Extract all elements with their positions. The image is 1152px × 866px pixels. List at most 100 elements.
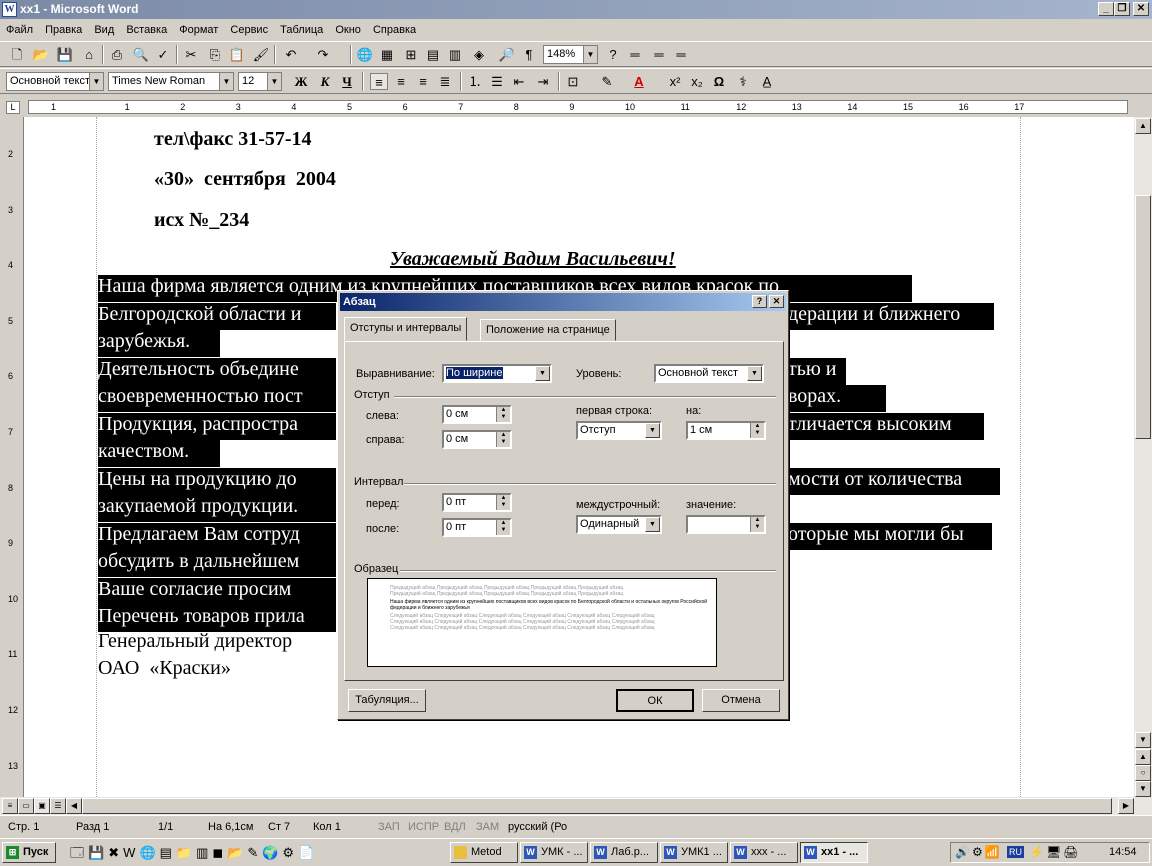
by-input[interactable]: 1 см ▲ ▼ [686,421,766,440]
taskbar-lab[interactable]: W Лаб.р... [590,842,658,863]
status-overtype[interactable]: ЗАМ [476,821,499,833]
columns-icon[interactable]: ▥ [446,46,464,63]
level-select[interactable]: Основной текст ▼ [654,364,764,383]
menu-format[interactable]: Формат [176,19,221,41]
tab-selector[interactable]: L [6,101,20,114]
copy-icon[interactable]: ⎘ [206,46,224,63]
menu-window[interactable]: Окно [332,19,364,41]
outline-view-icon[interactable]: ☰ [50,798,66,814]
zoom-combo[interactable]: 148% ▼ [543,45,598,64]
spacing-after-input[interactable]: 0 пт ▲ ▼ [442,518,512,537]
start-button[interactable]: ⊞ Пуск [2,842,56,863]
ok-button[interactable]: ОК [616,689,694,712]
hyperlink-icon[interactable]: 🌐 [356,46,374,63]
horizontal-scroll-thumb[interactable] [82,798,1112,814]
tables-borders-icon[interactable]: ▦ [378,46,396,63]
next-page-button[interactable]: ▼ [1135,781,1151,797]
italic-button[interactable]: К [316,73,334,90]
spinner[interactable]: ▲ ▼ [496,407,510,422]
ruler-bar[interactable]: 1 1 2 3 4 5 6 7 8 9 10 11 12 13 14 15 16 17 [28,100,1128,114]
menu-file[interactable]: Файл [3,19,36,41]
horizontal-scrollbar[interactable]: ≡ ▭ ▣ ☰ ◀ ▶ [0,797,1152,815]
cancel-button[interactable]: Отмена [702,689,780,712]
open-folder-icon[interactable]: 📂 [32,46,50,63]
menu-table[interactable]: Таблица [277,19,326,41]
spacing-value-input[interactable]: ▲ ▼ [686,515,766,534]
web-view-icon[interactable]: ▭ [18,798,34,814]
drawing-icon[interactable]: ◈ [470,46,488,63]
align-left-icon[interactable]: ≡ [370,73,388,90]
line-style-3-icon[interactable]: ═ [672,46,690,63]
paste-icon[interactable]: 📋 [228,46,246,63]
subscript-icon[interactable]: x₂ [688,73,706,90]
taskbar-metod[interactable]: Metod [450,842,518,863]
format-painter-icon[interactable]: 🖌 [252,46,270,63]
increase-indent-icon[interactable]: ⇥ [534,73,552,90]
menu-view[interactable]: Вид [91,19,117,41]
symbol-icon[interactable]: ⚕ [734,73,752,90]
menu-tools[interactable]: Сервис [227,19,271,41]
chevron-down-icon[interactable]: ▼ [645,517,660,532]
chevron-down-icon[interactable]: ▼ [747,366,762,381]
help-button[interactable]: ? [752,295,767,308]
decrease-indent-icon[interactable]: ⇤ [510,73,528,90]
horizontal-ruler[interactable]: L 1 1 2 3 4 5 6 7 8 9 10 11 12 13 14 15 16 17 [0,97,1152,117]
scroll-thumb[interactable] [1135,195,1151,439]
align-center-icon[interactable]: ≡ [392,73,410,90]
insert-excel-icon[interactable]: ▤ [424,46,442,63]
spinner[interactable]: ▲ ▼ [750,423,764,438]
normal-view-icon[interactable]: ≡ [2,798,18,814]
taskbar-umk[interactable]: W УМК - ... [520,842,588,863]
spelling-icon[interactable]: ✓ [154,46,172,63]
word-app-icon[interactable]: W [2,2,17,17]
insert-table-icon[interactable]: ⊞ [402,46,420,63]
first-line-select[interactable]: Отступ ▼ [576,421,662,440]
tab-line-page-breaks[interactable]: Положение на странице [480,319,616,341]
tab-indents-spacing[interactable]: Отступы и интервалы [344,317,468,341]
spinner[interactable]: ▲ ▼ [750,517,764,532]
chevron-down-icon[interactable]: ▼ [645,423,660,438]
vertical-ruler[interactable]: 2 3 4 5 6 7 8 9 10 11 12 13 [0,117,24,797]
scroll-up-button[interactable]: ▲ [1135,118,1151,134]
print-layout-icon[interactable]: ▣ [34,798,50,814]
browse-object-button[interactable]: ○ [1135,765,1151,781]
help-icon[interactable]: ? [604,46,622,63]
style-combo[interactable]: Основной текст ▼ [6,72,104,91]
show-formatting-icon[interactable]: ¶ [520,46,538,63]
status-rec[interactable]: ЗАП [378,821,400,833]
prev-page-button[interactable]: ▲ [1135,749,1151,765]
line-style-2-icon[interactable]: ═ [650,46,668,63]
numbering-icon[interactable]: ⒈ [466,73,484,90]
justify-icon[interactable]: ≣ [436,73,454,90]
dialog-title-bar[interactable]: Абзац ? ✕ [340,293,786,311]
font-combo[interactable]: Times New Roman ▼ [108,72,234,91]
scroll-left-button[interactable]: ◀ [66,798,82,814]
right-indent-input[interactable]: 0 см ▲ ▼ [442,430,512,449]
taskbar-xxx[interactable]: Wxxx - ... [730,842,798,863]
chevron-down-icon[interactable]: ▼ [267,73,281,90]
menu-insert[interactable]: Вставка [123,19,170,41]
menu-edit[interactable]: Правка [42,19,85,41]
restore-button[interactable]: ❐ [1114,2,1130,16]
title-bar[interactable]: W xx1 - Microsoft Word _ ❐ ✕ [0,0,1152,19]
superscript-icon[interactable]: x² [666,73,684,90]
alignment-select[interactable]: По ширине ▼ [442,364,552,383]
bullets-icon[interactable]: ☰ [488,73,506,90]
undo-icon[interactable]: ↶ [282,46,300,63]
spinner[interactable]: ▲ ▼ [496,495,510,510]
print-icon[interactable]: ⎙ [108,46,126,63]
spinner[interactable]: ▲ ▼ [496,432,510,447]
language-indicator[interactable]: RU [1007,846,1024,858]
symbol-omega-icon[interactable]: Ω [710,73,728,90]
print-preview-icon[interactable]: 🔍 [132,46,150,63]
spacing-before-input[interactable]: 0 пт ▲ ▼ [442,493,512,512]
taskbar-xx1[interactable]: Wxx1 - ... [800,842,868,863]
line-style-icon[interactable]: ═ [626,46,644,63]
save-icon[interactable]: 💾 [56,46,74,63]
permission-icon[interactable]: ⌂ [80,46,98,63]
chevron-down-icon[interactable]: ▼ [583,46,597,63]
scroll-right-button[interactable]: ▶ [1118,798,1134,814]
status-track[interactable]: ИСПР [408,821,439,833]
menu-help[interactable]: Справка [370,19,419,41]
underline-button[interactable]: Ч [338,73,356,90]
